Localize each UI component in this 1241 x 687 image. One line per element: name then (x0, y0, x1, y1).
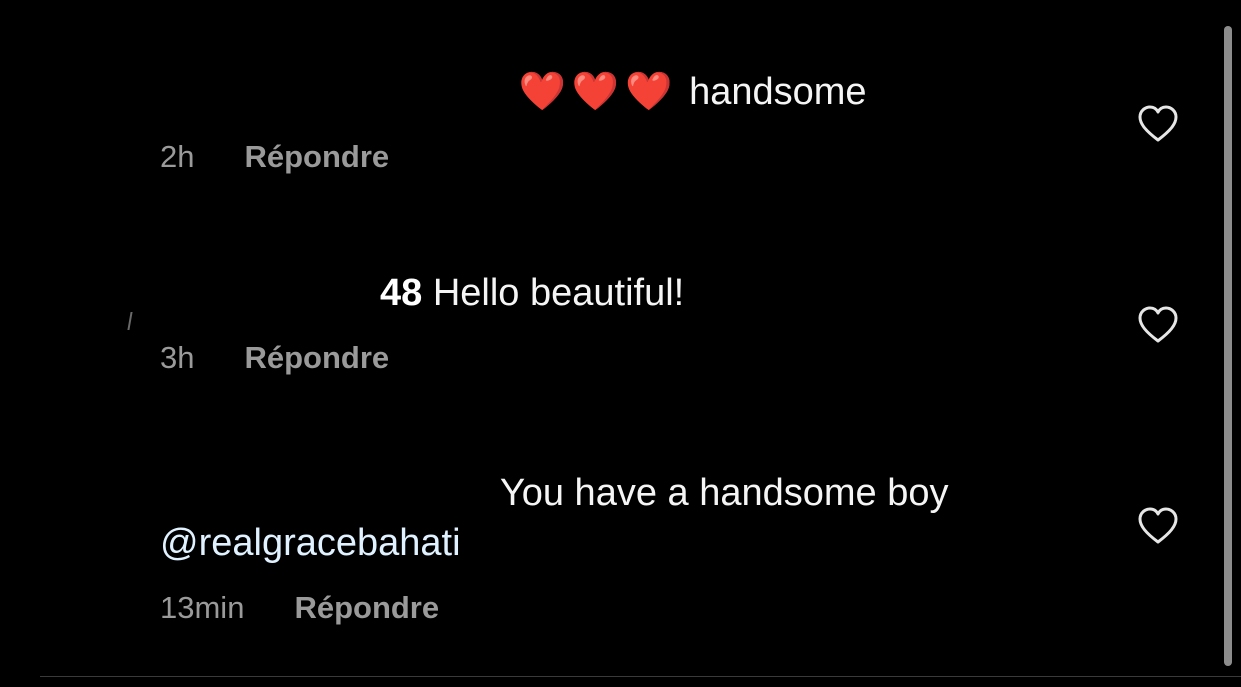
comment-time: 3h (160, 340, 195, 375)
heart-outline-icon (1138, 306, 1178, 343)
avatar-edge-mark (127, 312, 133, 330)
heart-outline-icon (1138, 507, 1178, 544)
comment-item: 48 Hello beautiful! 3h Répondre (160, 268, 1100, 378)
comment-meta: 3h Répondre (160, 338, 1100, 378)
comment-body: ❤️❤️❤️ handsome (160, 67, 1100, 117)
comment-time: 2h (160, 139, 195, 174)
comment-meta: 13min Répondre (160, 588, 1100, 628)
comment-text: Hello beautiful! (432, 272, 685, 314)
comment-text: handsome (689, 71, 867, 113)
like-button[interactable] (1137, 105, 1179, 143)
scrollbar-thumb[interactable] (1224, 26, 1232, 666)
comments-list: ❤️❤️❤️ handsome 2h Répondre 48 Hello bea… (0, 0, 1241, 687)
scrollbar[interactable] (1224, 26, 1232, 666)
reply-button[interactable]: Répondre (244, 137, 389, 177)
comment-time: 13min (160, 590, 245, 625)
comment-body: 48 Hello beautiful! (160, 268, 1100, 318)
comment-body: You have a handsome boy (160, 468, 1100, 518)
reply-button[interactable]: Répondre (294, 588, 439, 628)
reply-button[interactable]: Répondre (244, 338, 389, 378)
comment-item: You have a handsome boy @realgracebahati… (160, 468, 1100, 628)
bottom-divider (40, 676, 1241, 677)
comment-item: ❤️❤️❤️ handsome 2h Répondre (160, 67, 1100, 177)
comment-username-fragment[interactable]: 48 (380, 272, 422, 314)
hearts-emoji: ❤️❤️❤️ (518, 71, 679, 113)
heart-outline-icon (1138, 105, 1178, 142)
comment-text: You have a handsome boy (499, 472, 949, 514)
like-button[interactable] (1137, 507, 1179, 545)
like-button[interactable] (1137, 306, 1179, 344)
comment-mention-line: @realgracebahati (160, 518, 1100, 568)
mention-link[interactable]: @realgracebahati (160, 522, 461, 564)
comment-meta: 2h Répondre (160, 137, 1100, 177)
